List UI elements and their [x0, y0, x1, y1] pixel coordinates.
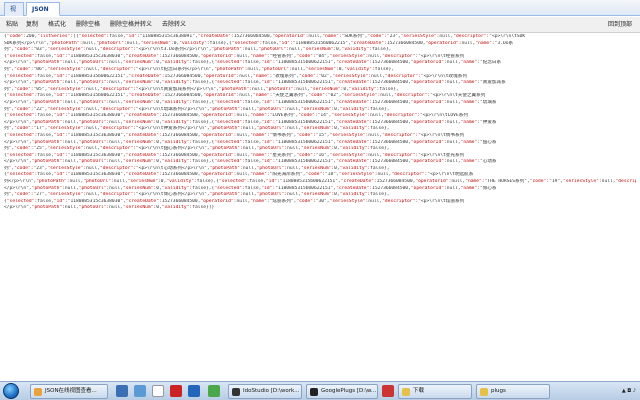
json-line: </p>\r\n","photoPath":null,"photoUrl":nu… [4, 139, 497, 145]
app-icon-red[interactable] [382, 385, 394, 397]
taskbar-item-label: IdoStudio [D:\work... [243, 388, 300, 394]
json-line: </p>\r\n","photoPath":null,"photoUrl":nu… [4, 185, 497, 191]
folder-icon [402, 388, 410, 396]
idostudio-icon [232, 388, 240, 396]
json-line: 列","code":"03","seriesStyle":null,"descr… [4, 47, 392, 53]
json-line: {"selected":false,"id":"1180885315c36380… [4, 113, 468, 119]
taskbar-item-label: JSON在线视图查看... [45, 388, 97, 394]
json-line: SDK系列</p>\r\n","photoPath":null,"photoUr… [4, 40, 514, 46]
json-line: </p>\r\n","photoPath":null,"photoUrl":nu… [4, 99, 497, 105]
tool-icon[interactable] [208, 385, 220, 397]
tab-json-data[interactable]: JSON数据 [26, 2, 60, 26]
taskbar-item-label: 下载 [413, 388, 425, 394]
json-line: </p>\r\n","photoPath":null,"photoUrl":nu… [4, 159, 497, 165]
json-line: {"selected":false,"id":"1180885315c36380… [4, 132, 465, 138]
remove-space-button[interactable]: 删除空格 [76, 20, 100, 30]
taskbar-item-json-viewer[interactable]: JSON在线视图查看... [30, 384, 108, 399]
json-line: {"code":200,"listSeries":[{"selected":fa… [4, 34, 526, 39]
googleplugs-icon [310, 388, 318, 396]
back-to-top-button[interactable]: 回到顶部 [608, 20, 632, 30]
taskbar-item-label: plugs [491, 388, 506, 394]
json-line: 列","code":"25","seriesStyle":null,"descr… [4, 146, 390, 152]
json-line: {"selected":false,"id":"1180885315c36380… [4, 53, 465, 59]
remove-space-escape-button[interactable]: 删除空格并转义 [110, 20, 152, 30]
taskbar-item-downloads[interactable]: 下载 [398, 384, 472, 399]
json-line: {"selected":false,"id":"1180885315c36380… [4, 198, 465, 204]
network-icon[interactable] [188, 385, 200, 397]
json-text-area[interactable]: {"code":200,"listSeries":[{"selected":fa… [4, 34, 636, 380]
json-line: </p>\r\n","photoPath":null,"photoUrl":nu… [4, 60, 502, 66]
remove-escape-button[interactable]: 去除转义 [162, 20, 186, 30]
taskbar-item-googleplugs[interactable]: GooglePlugs [D:\w... [306, 384, 378, 399]
folder-icon[interactable] [116, 385, 128, 397]
taskbar-item-idostudio[interactable]: IdoStudio [D:\work... [228, 384, 302, 399]
json-line: {"selected":false,"id":"1180885315c36380… [4, 152, 465, 158]
json-line: {"selected":false,"id":"1180885315c36380… [4, 172, 474, 178]
document-icon[interactable] [152, 385, 164, 397]
system-tray[interactable]: ▲ ◘ ♪ [592, 384, 636, 399]
browser-icon [34, 388, 42, 396]
json-line: 列","code":"22","seriesStyle":null,"descr… [4, 106, 390, 112]
json-line: 列","code":"05","seriesStyle":null,"descr… [4, 86, 399, 92]
media-icon[interactable] [170, 385, 182, 397]
json-line: 列","code":"06","seriesStyle":null,"descr… [4, 66, 395, 72]
start-orb-icon[interactable] [3, 383, 19, 399]
json-line: </p>\r\n","photoPath":null,"photoUrl":nu… [4, 119, 497, 125]
json-line: 列</p>\r\n","photoPath":null,"photoUrl":n… [4, 179, 636, 185]
json-line: </p>\r\n","photoPath":null,"photoUrl":nu… [4, 80, 506, 86]
app-icon[interactable] [134, 385, 146, 397]
tab-view[interactable]: 视图 [4, 2, 24, 26]
taskbar-item-label: GooglePlugs [D:\w... [321, 388, 377, 394]
tab-bar: 视图 JSON数据 [0, 0, 640, 26]
format-button[interactable]: 格式化 [48, 20, 66, 30]
folder-icon [480, 388, 488, 396]
tray-icons: ▲ ◘ ♪ [621, 388, 636, 394]
json-line: </p>\r\n","photoPath":null,"photoUrl":nu… [4, 205, 215, 211]
json-line: {"selected":false,"id":"1180885315b00622… [4, 93, 486, 99]
taskbar-item-plugs[interactable]: plugs [476, 384, 550, 399]
windows-taskbar: JSON在线视图查看... IdoStudio [D:\work... Goog… [0, 381, 640, 400]
copy-button[interactable]: 复制 [26, 20, 38, 30]
paste-button[interactable]: 粘贴 [6, 20, 18, 30]
toolbar: 粘贴 复制 格式化 删除空格 删除空格并转义 去除转义 回到顶部 [0, 17, 640, 33]
json-line: 列","code":"27","seriesStyle":null,"descr… [4, 192, 390, 198]
json-line: 列","code":"17","seriesStyle":null,"descr… [4, 126, 390, 132]
json-line: 列","code":"23","seriesStyle":null,"descr… [4, 165, 390, 171]
json-line: {"selected":false,"id":"1180885315b00622… [4, 73, 467, 79]
